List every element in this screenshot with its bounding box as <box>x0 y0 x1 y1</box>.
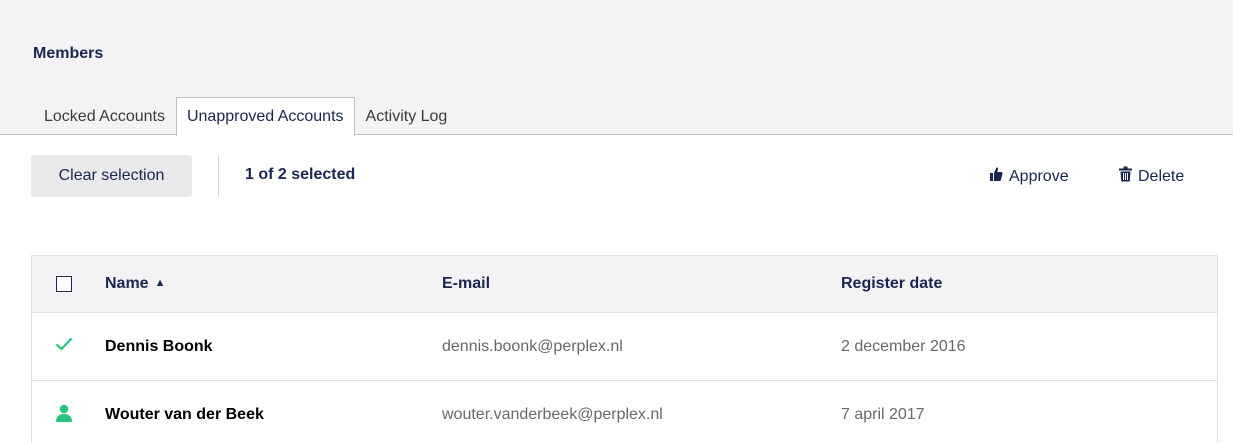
select-all-cell <box>52 272 76 296</box>
tab-unapproved-accounts[interactable]: Unapproved Accounts <box>175 97 355 136</box>
user-icon[interactable] <box>55 404 73 427</box>
selection-toolbar: Clear selection 1 of 2 selected Approve … <box>31 155 1203 197</box>
selection-count: 1 of 2 selected <box>245 166 356 183</box>
select-all-checkbox[interactable] <box>56 276 72 292</box>
page-title: Members <box>33 45 104 62</box>
delete-label: Delete <box>1138 167 1185 185</box>
table-row[interactable]: Dennis Boonk dennis.boonk@perplex.nl 2 d… <box>32 313 1217 381</box>
column-header-name-label: Name <box>105 275 149 292</box>
clear-selection-button[interactable]: Clear selection <box>31 155 192 197</box>
members-table: Name ▲ E-mail Register date Dennis Boonk … <box>31 255 1218 443</box>
sort-ascending-icon: ▲ <box>154 277 166 289</box>
trash-icon <box>1119 166 1132 187</box>
member-register-date: 7 april 2017 <box>841 406 925 423</box>
delete-button[interactable]: Delete <box>1119 166 1184 187</box>
column-header-name[interactable]: Name ▲ <box>105 275 165 293</box>
approve-button[interactable]: Approve <box>989 166 1069 187</box>
row-select-cell[interactable] <box>52 335 76 359</box>
approve-label: Approve <box>1009 167 1069 185</box>
column-header-email[interactable]: E-mail <box>442 275 490 293</box>
member-email: wouter.vanderbeek@perplex.nl <box>442 406 663 423</box>
checkmark-icon[interactable] <box>55 337 73 356</box>
member-email: dennis.boonk@perplex.nl <box>442 337 623 355</box>
tab-activity-log[interactable]: Activity Log <box>355 97 459 135</box>
tab-bar: Locked Accounts Unapproved Accounts Acti… <box>33 97 458 136</box>
toolbar-divider <box>218 155 219 197</box>
thumbs-up-icon <box>989 166 1003 187</box>
column-header-register-date[interactable]: Register date <box>841 275 942 293</box>
page-header: Members Locked Accounts Unapproved Accou… <box>0 0 1233 136</box>
member-register-date: 2 december 2016 <box>841 337 966 355</box>
row-select-cell[interactable] <box>52 403 76 427</box>
table-row[interactable]: Wouter van der Beek wouter.vanderbeek@pe… <box>32 381 1217 443</box>
member-name: Dennis Boonk <box>105 337 213 355</box>
table-header-row: Name ▲ E-mail Register date <box>32 256 1217 313</box>
tab-locked-accounts[interactable]: Locked Accounts <box>33 97 176 135</box>
member-name: Wouter van der Beek <box>105 406 264 423</box>
